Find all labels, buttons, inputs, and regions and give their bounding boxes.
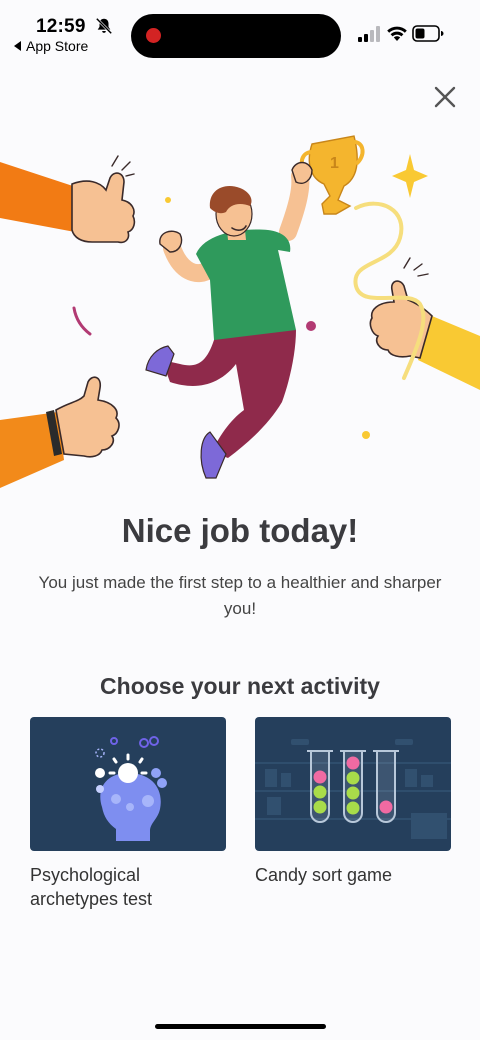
back-to-app-store-link[interactable]: App Store: [14, 38, 88, 54]
trophy-number: 1: [330, 155, 339, 172]
activity-thumbnail: [255, 717, 451, 851]
activity-thumbnail: [30, 717, 226, 851]
dynamic-island: [131, 14, 341, 58]
activity-label: Psychological archetypes test: [30, 865, 153, 909]
home-indicator: [155, 1024, 326, 1029]
head-burst-icon: [95, 736, 167, 841]
bell-muted-icon: [95, 17, 113, 35]
close-icon: [434, 86, 456, 108]
jumping-person-figure: [145, 161, 313, 479]
thumbs-up-bottom-left-icon: [0, 376, 120, 488]
thumbs-up-top-left-icon: [0, 155, 136, 244]
status-time: 12:59: [36, 16, 86, 37]
page-title: Nice job today!: [121, 512, 359, 549]
thumbs-up-right-icon: [369, 257, 480, 390]
activity-label: Candy sort game: [255, 865, 393, 885]
activity-card-candy-sort-game[interactable]: Candy sort game: [255, 717, 451, 887]
recording-indicator-icon: [146, 28, 161, 43]
wifi-icon: [387, 26, 407, 41]
cellular-signal-icon: [358, 26, 380, 42]
close-button[interactable]: [428, 80, 462, 114]
section-title: Choose your next activity: [100, 673, 380, 699]
celebration-illustration: 1: [0, 135, 480, 488]
ball-tubes-icon: [255, 739, 451, 839]
back-link-label: App Store: [26, 38, 89, 54]
status-bar: 12:59 App Store: [0, 0, 480, 60]
page-subtitle: You just made the first step to a health…: [38, 573, 442, 618]
back-arrow-icon: [14, 41, 21, 51]
sparkle-icon: [392, 154, 428, 198]
activity-card-archetypes-test[interactable]: Psychological archetypes test: [30, 717, 226, 911]
battery-icon: [412, 25, 444, 42]
